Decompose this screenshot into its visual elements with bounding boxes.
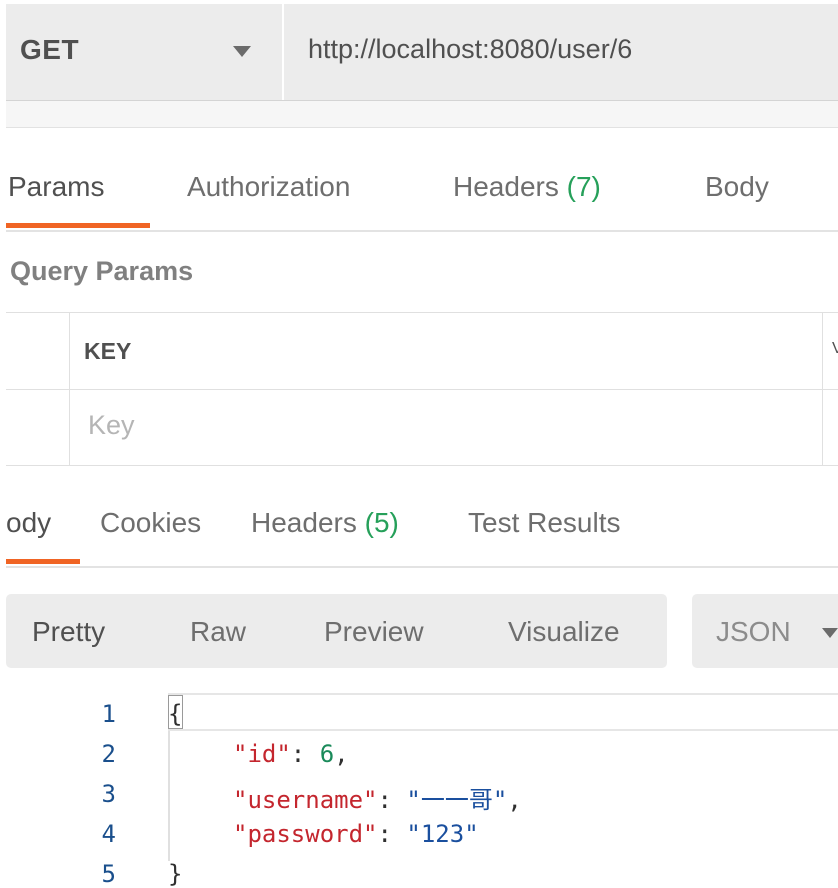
tab-body[interactable]: Body bbox=[705, 171, 769, 203]
json-comma: , bbox=[334, 740, 349, 768]
json-value: "123" bbox=[406, 820, 479, 848]
table-border bbox=[6, 465, 838, 466]
fold-guide bbox=[168, 731, 170, 861]
tab-authorization[interactable]: Authorization bbox=[187, 171, 350, 203]
visualize-button[interactable]: Visualize bbox=[508, 616, 620, 648]
line-number: 4 bbox=[101, 820, 116, 848]
active-tab-indicator bbox=[6, 223, 150, 228]
url-value: http://localhost:8080/user/6 bbox=[308, 34, 633, 64]
tab-cookies[interactable]: Cookies bbox=[100, 507, 201, 539]
tabs-divider bbox=[6, 566, 838, 568]
query-params-title: Query Params bbox=[10, 256, 194, 286]
tab-headers-label: Headers bbox=[453, 171, 559, 202]
tab-test-results[interactable]: Test Results bbox=[468, 507, 621, 539]
json-line: "id": 6, bbox=[233, 740, 349, 768]
pretty-button[interactable]: Pretty bbox=[32, 616, 105, 648]
json-key: "password" bbox=[233, 820, 378, 848]
tabs-divider bbox=[6, 230, 838, 232]
table-border bbox=[6, 389, 838, 390]
tab-response-body[interactable]: ody bbox=[6, 507, 51, 539]
divider bbox=[6, 127, 838, 128]
json-colon: : bbox=[290, 740, 320, 768]
json-key: "username" bbox=[233, 786, 378, 814]
headers-count-badge: (7) bbox=[566, 171, 601, 202]
language-label: JSON bbox=[716, 616, 791, 647]
raw-button[interactable]: Raw bbox=[190, 616, 246, 648]
current-line-highlight bbox=[168, 693, 838, 731]
table-border bbox=[822, 312, 823, 465]
response-headers-count-badge: (5) bbox=[364, 507, 399, 538]
line-number: 5 bbox=[101, 860, 116, 888]
json-value: 6 bbox=[319, 740, 335, 768]
json-key: "id" bbox=[233, 740, 291, 768]
method-label: GET bbox=[20, 34, 80, 65]
toolbar-strip bbox=[6, 101, 838, 127]
json-colon: : bbox=[377, 820, 407, 848]
json-line: "password": "123" bbox=[233, 820, 479, 848]
tab-response-headers-label: Headers bbox=[251, 507, 357, 538]
json-comma: , bbox=[507, 786, 522, 814]
json-line: "username": "一一哥", bbox=[233, 780, 522, 815]
chevron-down-icon[interactable] bbox=[822, 628, 838, 638]
preview-button[interactable]: Preview bbox=[324, 616, 424, 648]
table-border bbox=[69, 312, 70, 465]
line-number: 3 bbox=[101, 780, 116, 808]
json-close-brace: } bbox=[168, 860, 183, 888]
json-value: "一一哥" bbox=[406, 786, 508, 814]
table-border bbox=[6, 312, 838, 313]
active-tab-indicator bbox=[6, 559, 80, 564]
line-number: 1 bbox=[101, 700, 116, 728]
value-column-header: V bbox=[832, 340, 838, 357]
json-colon: : bbox=[377, 786, 407, 814]
tab-response-headers[interactable]: Headers (5) bbox=[251, 507, 399, 539]
chevron-down-icon[interactable] bbox=[233, 46, 251, 57]
key-input[interactable]: Key bbox=[88, 410, 135, 441]
json-open-brace: { bbox=[168, 700, 183, 728]
tab-params[interactable]: Params bbox=[8, 171, 104, 203]
tab-headers[interactable]: Headers (7) bbox=[453, 171, 601, 203]
line-number: 2 bbox=[101, 740, 116, 768]
key-column-header: KEY bbox=[84, 338, 132, 364]
